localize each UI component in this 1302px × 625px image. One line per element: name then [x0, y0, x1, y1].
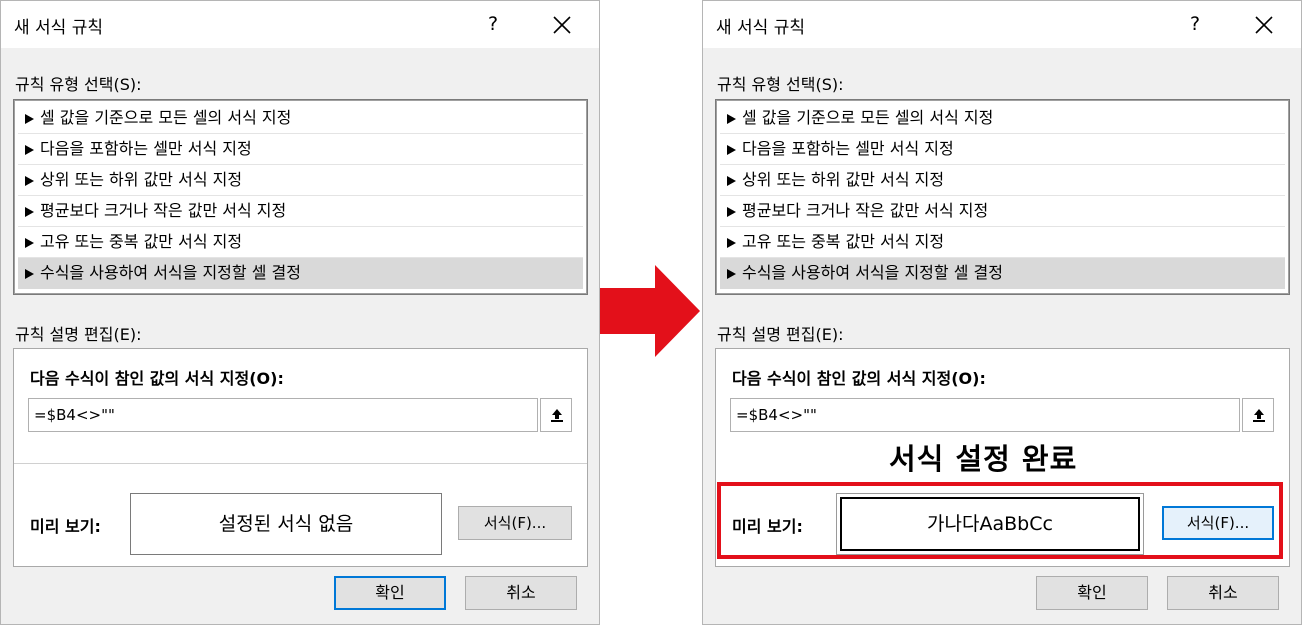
- preview-box: 설정된 서식 없음: [130, 493, 442, 555]
- edit-rule-label: 규칙 설명 편집(E):: [717, 325, 844, 344]
- rule-item-label: 수식을 사용하여 서식을 지정할 셀 결정: [40, 263, 301, 282]
- collapse-dialog-icon: [1253, 409, 1265, 422]
- rule-item-label: 다음을 포함하는 셀만 서식 지정: [40, 139, 252, 158]
- triangle-right-icon: [25, 238, 34, 248]
- triangle-right-icon: [25, 145, 34, 155]
- edit-rule-label: 규칙 설명 편집(E):: [15, 325, 142, 344]
- triangle-right-icon: [25, 176, 34, 186]
- rule-item-label: 다음을 포함하는 셀만 서식 지정: [742, 139, 954, 158]
- rule-item-label: 셀 값을 기준으로 모든 셀의 서식 지정: [40, 108, 292, 127]
- rule-item-label: 평균보다 크거나 작은 값만 서식 지정: [742, 201, 989, 220]
- rule-item-label: 셀 값을 기준으로 모든 셀의 서식 지정: [742, 108, 994, 127]
- rule-description-panel: 다음 수식이 참인 값의 서식 지정(O): =$B4<>"" 미리 보기: 설…: [13, 348, 588, 567]
- rule-item-selected[interactable]: 수식을 사용하여 서식을 지정할 셀 결정: [720, 258, 1285, 289]
- formula-label: 다음 수식이 참인 값의 서식 지정(O):: [30, 369, 284, 388]
- rule-item[interactable]: 평균보다 크거나 작은 값만 서식 지정: [18, 196, 583, 227]
- ok-button[interactable]: 확인: [334, 576, 446, 610]
- close-icon: [1255, 16, 1273, 34]
- preview-highlight-box: [717, 482, 1283, 559]
- rule-item-selected[interactable]: 수식을 사용하여 서식을 지정할 셀 결정: [18, 258, 583, 289]
- triangle-right-icon: [727, 145, 736, 155]
- collapse-dialog-icon: [551, 409, 563, 422]
- rule-item[interactable]: 상위 또는 하위 값만 서식 지정: [720, 165, 1285, 196]
- close-button[interactable]: [547, 10, 577, 40]
- preview-label: 미리 보기:: [30, 517, 101, 536]
- triangle-right-icon: [25, 207, 34, 217]
- rule-type-list[interactable]: 셀 값을 기준으로 모든 셀의 서식 지정 다음을 포함하는 셀만 서식 지정 …: [13, 99, 588, 295]
- rule-item[interactable]: 고유 또는 중복 값만 서식 지정: [720, 227, 1285, 258]
- triangle-right-icon: [25, 114, 34, 124]
- help-button[interactable]: ?: [1181, 10, 1209, 38]
- rule-type-label: 규칙 유형 선택(S):: [15, 75, 142, 94]
- rule-item-label: 평균보다 크거나 작은 값만 서식 지정: [40, 201, 287, 220]
- rule-item-label: 수식을 사용하여 서식을 지정할 셀 결정: [742, 263, 1003, 282]
- panel-divider: [14, 463, 587, 464]
- rule-type-label: 규칙 유형 선택(S):: [717, 75, 844, 94]
- rule-item-label: 고유 또는 중복 값만 서식 지정: [742, 232, 945, 251]
- close-icon: [553, 16, 571, 34]
- rule-item[interactable]: 셀 값을 기준으로 모든 셀의 서식 지정: [720, 103, 1285, 134]
- new-format-rule-dialog-before: 새 서식 규칙 ? 규칙 유형 선택(S): 셀 값을 기준으로 모든 셀의 서…: [0, 0, 600, 625]
- dialog-title: 새 서식 규칙: [716, 18, 806, 38]
- formula-input[interactable]: =$B4<>"": [28, 398, 538, 432]
- format-button[interactable]: 서식(F)...: [458, 506, 572, 540]
- rule-item[interactable]: 평균보다 크거나 작은 값만 서식 지정: [720, 196, 1285, 227]
- rule-item[interactable]: 다음을 포함하는 셀만 서식 지정: [720, 134, 1285, 165]
- triangle-right-icon: [727, 207, 736, 217]
- formula-label: 다음 수식이 참인 값의 서식 지정(O):: [732, 369, 986, 388]
- right-arrow-icon: [600, 265, 702, 357]
- callout-format-complete: 서식 설정 완료: [889, 442, 1078, 476]
- triangle-right-icon: [727, 114, 736, 124]
- rule-item-label: 고유 또는 중복 값만 서식 지정: [40, 232, 243, 251]
- cancel-button[interactable]: 취소: [1167, 576, 1279, 610]
- title-bar: 새 서식 규칙 ?: [1, 1, 599, 48]
- rule-item[interactable]: 고유 또는 중복 값만 서식 지정: [18, 227, 583, 258]
- formula-input[interactable]: =$B4<>"": [730, 398, 1240, 432]
- rule-item-label: 상위 또는 하위 값만 서식 지정: [742, 170, 945, 189]
- title-bar: 새 서식 규칙 ?: [703, 1, 1301, 48]
- cancel-button[interactable]: 취소: [465, 576, 577, 610]
- collapse-dialog-button[interactable]: [540, 398, 572, 432]
- help-button[interactable]: ?: [479, 10, 507, 38]
- close-button[interactable]: [1249, 10, 1279, 40]
- ok-button[interactable]: 확인: [1036, 576, 1148, 610]
- collapse-dialog-button[interactable]: [1242, 398, 1274, 432]
- rule-type-list[interactable]: 셀 값을 기준으로 모든 셀의 서식 지정 다음을 포함하는 셀만 서식 지정 …: [715, 99, 1290, 295]
- triangle-right-icon: [727, 238, 736, 248]
- triangle-right-icon: [25, 269, 34, 279]
- rule-item[interactable]: 상위 또는 하위 값만 서식 지정: [18, 165, 583, 196]
- triangle-right-icon: [727, 176, 736, 186]
- rule-item[interactable]: 셀 값을 기준으로 모든 셀의 서식 지정: [18, 103, 583, 134]
- triangle-right-icon: [727, 269, 736, 279]
- rule-item-label: 상위 또는 하위 값만 서식 지정: [40, 170, 243, 189]
- rule-item[interactable]: 다음을 포함하는 셀만 서식 지정: [18, 134, 583, 165]
- dialog-title: 새 서식 규칙: [14, 18, 104, 38]
